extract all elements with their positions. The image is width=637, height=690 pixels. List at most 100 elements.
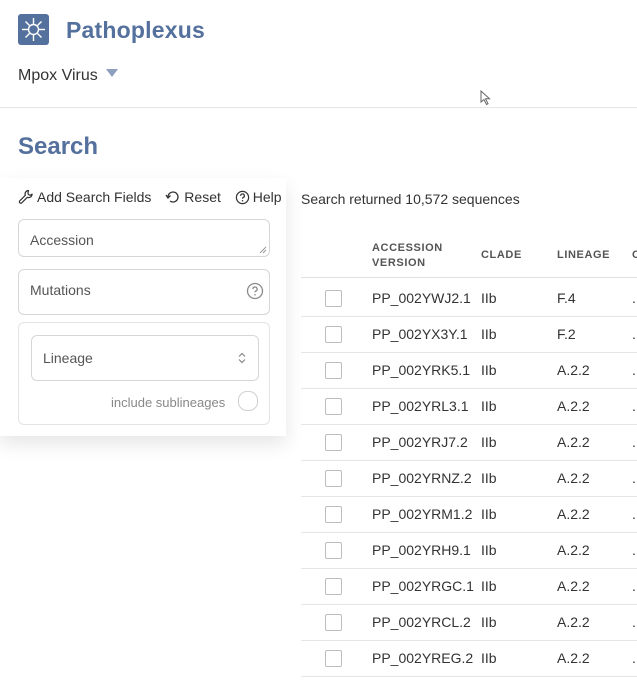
row-checkbox[interactable] (325, 542, 342, 559)
row-lineage: F.2 (557, 326, 576, 342)
include-sublineages-label: include sublineages (111, 395, 226, 410)
results-summary: Search returned 10,572 sequences (301, 191, 520, 207)
row-accession[interactable]: PP_002YRL3.1 (372, 398, 469, 414)
row-checkbox[interactable] (325, 470, 342, 487)
column-clade[interactable]: CLADE (481, 248, 522, 263)
page-title: Search (18, 133, 99, 160)
row-checkbox[interactable] (325, 650, 342, 667)
organism-selector[interactable]: Mpox Virus (18, 67, 118, 85)
row-clade: IIb (481, 398, 497, 414)
table-row[interactable]: PP_002YREG.2 IIb A.2.2 . (301, 640, 637, 677)
table-row[interactable]: PP_002YRJ7.2 IIb A.2.2 . (301, 424, 637, 461)
row-lineage: F.4 (557, 290, 576, 306)
brand-name[interactable]: Pathoplexus (66, 17, 205, 44)
mouse-pointer-icon (480, 90, 491, 106)
table-row[interactable]: PP_002YRL3.1 IIb A.2.2 . (301, 388, 637, 425)
row-accession[interactable]: PP_002YRGC.1 (372, 578, 474, 594)
table-row[interactable]: PP_002YX3Y.1 IIb F.2 . (301, 316, 637, 353)
row-accession[interactable]: PP_002YREG.2 (372, 650, 473, 666)
row-next: . (632, 434, 636, 450)
row-next: . (632, 398, 636, 414)
table-row[interactable]: PP_002YRH9.1 IIb A.2.2 . (301, 532, 637, 569)
row-checkbox[interactable] (325, 506, 342, 523)
row-next: . (632, 506, 636, 522)
lineage-label: Lineage (43, 350, 93, 366)
row-clade: IIb (481, 434, 497, 450)
search-toolbar: Add Search Fields Reset Help (18, 189, 292, 205)
row-clade: IIb (481, 290, 497, 306)
search-panel: Add Search Fields Reset Help Accession M… (0, 178, 286, 436)
column-accession-line1: ACCESSION (372, 242, 443, 254)
row-lineage: A.2.2 (557, 434, 590, 450)
row-clade: IIb (481, 542, 497, 558)
row-lineage: A.2.2 (557, 398, 590, 414)
row-checkbox[interactable] (325, 326, 342, 343)
row-lineage: A.2.2 (557, 614, 590, 630)
column-accession-version[interactable]: ACCESSION VERSION (372, 241, 443, 271)
lineage-filter-box: Lineage include sublineages (18, 322, 270, 425)
add-search-fields-label: Add Search Fields (37, 189, 152, 205)
column-next[interactable]: C (632, 248, 637, 263)
row-next: . (632, 578, 636, 594)
table-row[interactable]: PP_002YRM1.2 IIb A.2.2 . (301, 496, 637, 533)
row-lineage: A.2.2 (557, 650, 590, 666)
row-next: . (632, 290, 636, 306)
row-next: . (632, 614, 636, 630)
reset-button[interactable]: Reset (165, 189, 221, 205)
row-accession[interactable]: PP_002YRK5.1 (372, 362, 470, 378)
row-lineage: A.2.2 (557, 542, 590, 558)
table-row[interactable]: PP_002YRK5.1 IIb A.2.2 . (301, 352, 637, 389)
row-accession[interactable]: PP_002YRH9.1 (372, 542, 471, 558)
table-row[interactable]: PP_002YWJ2.1 IIb F.4 . (301, 280, 637, 317)
row-accession[interactable]: PP_002YRNZ.2 (372, 470, 472, 486)
row-accession[interactable]: PP_002YX3Y.1 (372, 326, 468, 342)
lineage-select[interactable]: Lineage (31, 335, 259, 381)
row-accession[interactable]: PP_002YRJ7.2 (372, 434, 468, 450)
accession-label: Accession (30, 232, 94, 248)
row-lineage: A.2.2 (557, 362, 590, 378)
column-accession-line2: VERSION (372, 257, 426, 269)
table-row[interactable]: PP_002YRNZ.2 IIb A.2.2 . (301, 460, 637, 497)
table-row[interactable]: PP_002YRGC.1 IIb A.2.2 . (301, 568, 637, 605)
row-accession[interactable]: PP_002YRM1.2 (372, 506, 472, 522)
row-checkbox[interactable] (325, 398, 342, 415)
organism-label: Mpox Virus (18, 67, 98, 84)
row-lineage: A.2.2 (557, 470, 590, 486)
row-next: . (632, 362, 636, 378)
row-clade: IIb (481, 578, 497, 594)
resize-grip-icon[interactable] (259, 246, 267, 254)
row-clade: IIb (481, 506, 497, 522)
reset-label: Reset (184, 189, 221, 205)
row-lineage: A.2.2 (557, 578, 590, 594)
row-checkbox[interactable] (325, 362, 342, 379)
row-checkbox[interactable] (325, 434, 342, 451)
sort-arrows-icon (238, 352, 246, 364)
row-next: . (632, 542, 636, 558)
reset-icon (165, 191, 179, 203)
row-clade: IIb (481, 650, 497, 666)
accession-input[interactable]: Accession (18, 219, 270, 257)
table-header: ACCESSION VERSION CLADE LINEAGE C (301, 232, 637, 278)
row-clade: IIb (481, 326, 497, 342)
row-checkbox[interactable] (325, 578, 342, 595)
row-checkbox[interactable] (325, 614, 342, 631)
row-next: . (632, 470, 636, 486)
mutations-label: Mutations (30, 282, 91, 298)
header-divider (0, 107, 637, 108)
mutations-input[interactable]: Mutations (18, 269, 270, 315)
row-clade: IIb (481, 470, 497, 486)
add-search-fields-button[interactable]: Add Search Fields (18, 189, 151, 205)
row-checkbox[interactable] (325, 290, 342, 307)
row-accession[interactable]: PP_002YRCL.2 (372, 614, 471, 630)
include-sublineages-toggle[interactable] (238, 391, 258, 411)
row-next: . (632, 326, 636, 342)
caret-down-icon (105, 69, 118, 77)
column-lineage[interactable]: LINEAGE (557, 248, 610, 263)
mutations-help-icon[interactable] (246, 282, 264, 300)
help-label: Help (252, 189, 282, 205)
pathoplexus-logo-icon[interactable] (18, 14, 49, 45)
help-button[interactable]: Help (235, 189, 282, 205)
row-clade: IIb (481, 614, 497, 630)
table-row[interactable]: PP_002YRCL.2 IIb A.2.2 . (301, 604, 637, 641)
row-accession[interactable]: PP_002YWJ2.1 (372, 290, 471, 306)
